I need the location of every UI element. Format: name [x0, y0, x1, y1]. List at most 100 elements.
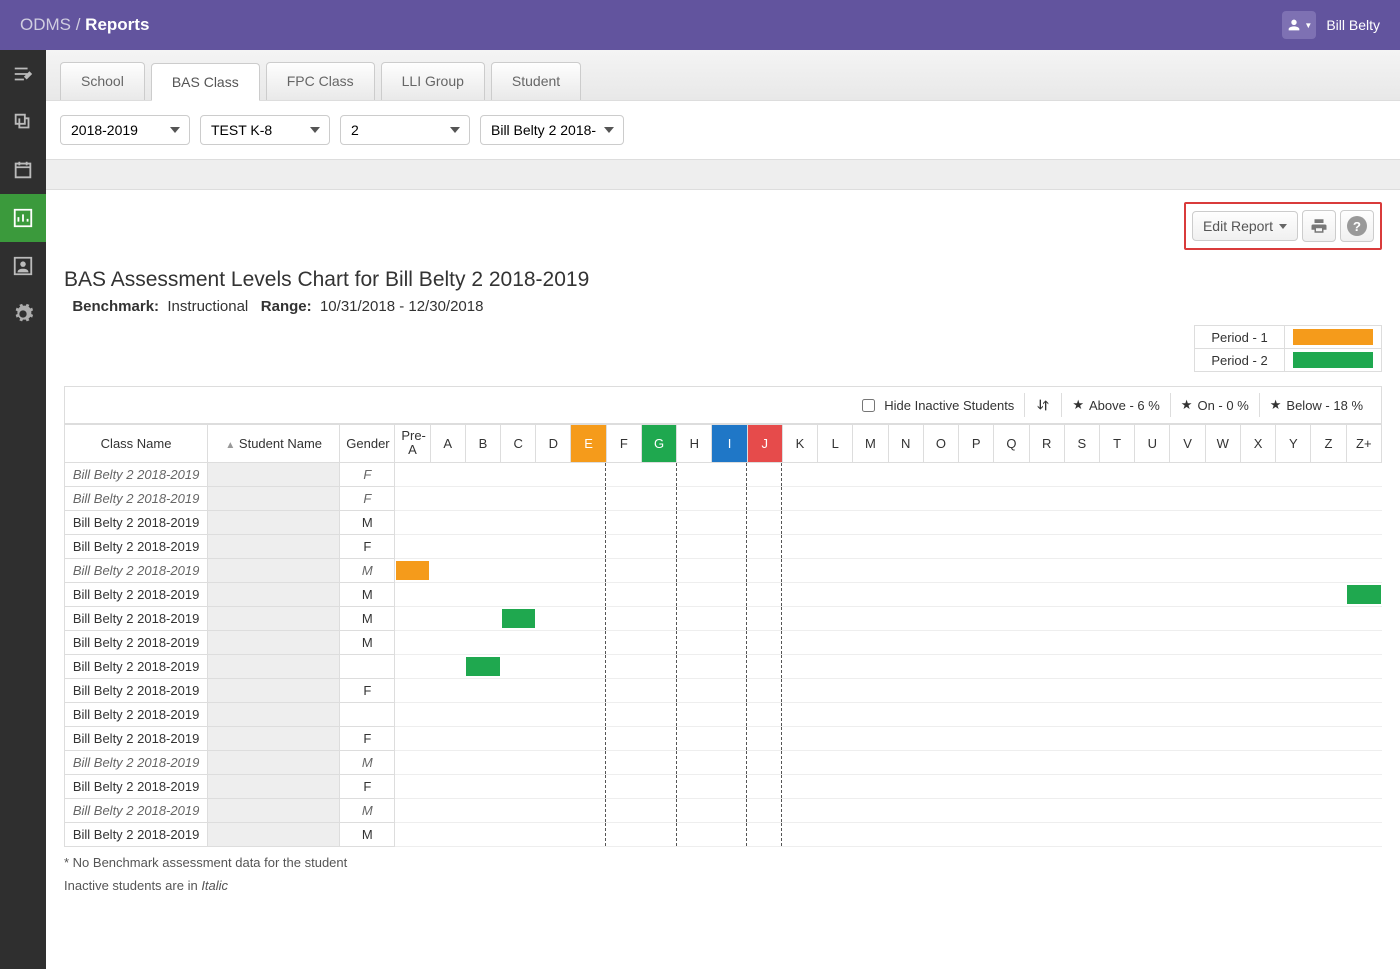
col-level-Z+[interactable]: Z+	[1346, 425, 1381, 463]
cell-level	[606, 702, 641, 726]
col-level-M[interactable]: M	[853, 425, 888, 463]
cell-level	[888, 582, 923, 606]
cell-level	[536, 534, 571, 558]
col-level-D[interactable]: D	[536, 425, 571, 463]
col-level-W[interactable]: W	[1205, 425, 1240, 463]
cell-level	[1029, 822, 1064, 846]
cell-gender	[340, 654, 395, 678]
col-gender[interactable]: Gender	[340, 425, 395, 463]
col-level-T[interactable]: T	[1100, 425, 1135, 463]
tab-lli-group[interactable]: LLI Group	[381, 62, 485, 100]
edit-report-button[interactable]: Edit Report	[1192, 211, 1298, 241]
cell-level	[853, 462, 888, 486]
cell-level	[571, 558, 606, 582]
cell-level	[1064, 750, 1099, 774]
col-class-name[interactable]: Class Name	[65, 425, 208, 463]
col-level-Y[interactable]: Y	[1276, 425, 1311, 463]
on-stat[interactable]: On - 0 %	[1170, 393, 1259, 417]
col-level-U[interactable]: U	[1135, 425, 1170, 463]
col-student-name[interactable]: ▲ Student Name	[208, 425, 340, 463]
cell-level	[1135, 510, 1170, 534]
cell-level	[1170, 534, 1205, 558]
cell-gender: M	[340, 606, 395, 630]
col-level-K[interactable]: K	[782, 425, 817, 463]
col-level-Z[interactable]: Z	[1311, 425, 1346, 463]
table-row: Bill Belty 2 2018-2019F	[65, 486, 1382, 510]
col-level-V[interactable]: V	[1170, 425, 1205, 463]
cell-level	[994, 582, 1029, 606]
cell-level	[606, 654, 641, 678]
filter-select-1[interactable]: TEST K-8	[200, 115, 330, 145]
cell-class-name: Bill Belty 2 2018-2019	[65, 726, 208, 750]
col-level-L[interactable]: L	[818, 425, 853, 463]
sidebar-item-copy[interactable]	[0, 98, 46, 146]
above-stat[interactable]: Above - 6 %	[1061, 393, 1169, 417]
tab-school[interactable]: School	[60, 62, 145, 100]
cell-level	[1240, 774, 1275, 798]
sidebar-item-reports[interactable]	[0, 194, 46, 242]
filter-select-2[interactable]: 2	[340, 115, 470, 145]
level-block	[1347, 585, 1380, 604]
cell-level	[1170, 630, 1205, 654]
col-level-X[interactable]: X	[1240, 425, 1275, 463]
sidebar-item-user[interactable]	[0, 242, 46, 290]
cell-level	[1240, 558, 1275, 582]
cell-level	[536, 606, 571, 630]
col-level-N[interactable]: N	[888, 425, 923, 463]
cell-level	[818, 606, 853, 630]
cell-level	[430, 774, 465, 798]
cell-level	[747, 750, 782, 774]
cell-level	[959, 654, 994, 678]
hide-inactive-toggle[interactable]: Hide Inactive Students	[852, 394, 1024, 417]
cell-level	[677, 750, 712, 774]
cell-level	[782, 486, 817, 510]
cell-level	[888, 702, 923, 726]
cell-level	[536, 750, 571, 774]
col-level-F[interactable]: F	[606, 425, 641, 463]
cell-level	[888, 462, 923, 486]
col-level-B[interactable]: B	[465, 425, 500, 463]
help-button[interactable]: ?	[1340, 210, 1374, 242]
cell-level	[465, 510, 500, 534]
breadcrumb[interactable]: ODMS / Reports	[20, 15, 149, 35]
col-level-Pre-A[interactable]: Pre-A	[395, 425, 430, 463]
col-level-J[interactable]: J	[747, 425, 782, 463]
col-level-G[interactable]: G	[641, 425, 676, 463]
hide-inactive-checkbox[interactable]	[862, 399, 875, 412]
cell-level	[959, 462, 994, 486]
below-stat[interactable]: Below - 18 %	[1259, 393, 1373, 417]
user-menu[interactable]: ▼ Bill Belty	[1282, 11, 1380, 39]
table-row: Bill Belty 2 2018-2019F	[65, 678, 1382, 702]
cell-level	[994, 462, 1029, 486]
cell-level	[501, 654, 536, 678]
tab-fpc-class[interactable]: FPC Class	[266, 62, 375, 100]
col-level-Q[interactable]: Q	[994, 425, 1029, 463]
col-level-C[interactable]: C	[501, 425, 536, 463]
sidebar-item-settings[interactable]	[0, 290, 46, 338]
tab-bas-class[interactable]: BAS Class	[151, 63, 260, 101]
col-level-S[interactable]: S	[1064, 425, 1099, 463]
cell-level	[1346, 750, 1381, 774]
tab-student[interactable]: Student	[491, 62, 581, 100]
filter-select-3[interactable]: Bill Belty 2 2018-	[480, 115, 624, 145]
print-button[interactable]	[1302, 210, 1336, 242]
sort-button[interactable]	[1024, 393, 1061, 417]
cell-level	[1170, 582, 1205, 606]
cell-level	[1135, 534, 1170, 558]
sidebar-item-calendar[interactable]	[0, 146, 46, 194]
col-level-E[interactable]: E	[571, 425, 606, 463]
col-level-O[interactable]: O	[923, 425, 958, 463]
col-level-R[interactable]: R	[1029, 425, 1064, 463]
cell-level	[536, 678, 571, 702]
sidebar-item-assess[interactable]	[0, 50, 46, 98]
col-level-P[interactable]: P	[959, 425, 994, 463]
cell-level	[923, 606, 958, 630]
cell-class-name: Bill Belty 2 2018-2019	[65, 534, 208, 558]
cell-level	[1135, 558, 1170, 582]
cell-level	[1346, 654, 1381, 678]
cell-level	[1311, 750, 1346, 774]
col-level-A[interactable]: A	[430, 425, 465, 463]
col-level-I[interactable]: I	[712, 425, 747, 463]
col-level-H[interactable]: H	[677, 425, 712, 463]
filter-select-0[interactable]: 2018-2019	[60, 115, 190, 145]
